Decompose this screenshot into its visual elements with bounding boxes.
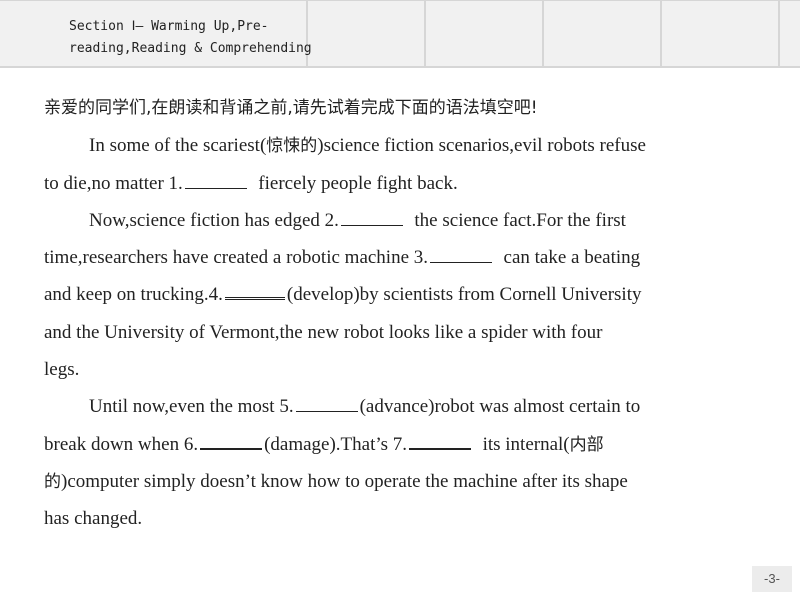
- text-cn: 惊悚的: [266, 136, 318, 157]
- paragraph-3-line-2: break down when 6. (damage).That’s 7. its…: [44, 426, 764, 463]
- text: to die,no matter 1.: [44, 172, 183, 194]
- text: fiercely people fight back.: [258, 172, 458, 194]
- paragraph-1-line-2: to die,no matter 1. fiercely people figh…: [44, 165, 764, 202]
- paragraph-2-line-5: legs.: [44, 359, 80, 381]
- paragraph-3-line-1: Until now,even the most 5. (advance)robot…: [44, 388, 764, 425]
- intro-text: 亲爱的同学们,在朗读和背诵之前,请先试着完成下面的语法填空吧!: [44, 98, 538, 118]
- blank-5[interactable]: [295, 397, 358, 413]
- text: (damage).That’s 7.: [264, 433, 408, 455]
- text: and keep on trucking.4.: [44, 284, 223, 306]
- text: break down when 6.: [44, 433, 199, 455]
- text-cn: 的: [44, 471, 61, 492]
- text: Until now,even the most 5.: [89, 396, 294, 418]
- text: )science fiction scenarios,evil robots r…: [317, 135, 646, 157]
- text-cn: 内部: [569, 434, 604, 455]
- header-divider: [778, 1, 780, 67]
- header-bar: Section Ⅰ— Warming Up,Pre-reading,Readin…: [0, 0, 800, 68]
- text: time,researchers have created a robotic …: [44, 247, 429, 269]
- text: the science fact.For the first: [414, 209, 626, 231]
- paragraph-3-line-4: has changed.: [44, 508, 143, 530]
- text: can take a beating: [503, 247, 641, 269]
- text: its internal(: [482, 433, 570, 455]
- blank-2[interactable]: [340, 211, 403, 226]
- header-divider: [542, 1, 544, 67]
- text: (advance)robot was almost certain to: [359, 396, 641, 418]
- text: In some of the scariest(: [89, 135, 267, 157]
- paragraph-1-line-1: In some of the scariest(惊悚的)science fict…: [44, 127, 764, 164]
- blank-4[interactable]: [224, 283, 285, 301]
- paragraph-2-line-2: time,researchers have created a robotic …: [44, 239, 764, 276]
- exercise-content: 亲爱的同学们,在朗读和背诵之前,请先试着完成下面的语法填空吧! In some …: [44, 90, 764, 538]
- section-title: Section Ⅰ— Warming Up,Pre-reading,Readin…: [69, 19, 312, 56]
- text: (develop)by scientists from Cornell Univ…: [286, 284, 642, 306]
- blank-3[interactable]: [430, 248, 493, 264]
- header-divider: [660, 1, 662, 67]
- blank-1[interactable]: [184, 174, 247, 189]
- text: )computer simply doesn’t know how to ope…: [61, 470, 628, 492]
- paragraph-3-line-3: 的)computer simply doesn’t know how to op…: [44, 463, 764, 500]
- blank-7[interactable]: [409, 434, 472, 450]
- paragraph-2-line-4: and the University of Vermont,the new ro…: [44, 321, 603, 343]
- paragraph-2-line-1: Now,science fiction has edged 2. the sci…: [44, 202, 764, 239]
- page-number: -3-: [752, 566, 792, 592]
- text: Now,science fiction has edged 2.: [89, 209, 339, 231]
- blank-6[interactable]: [200, 434, 263, 450]
- paragraph-2-line-3: and keep on trucking.4. (develop)by scien…: [44, 276, 764, 313]
- header-divider: [424, 1, 426, 67]
